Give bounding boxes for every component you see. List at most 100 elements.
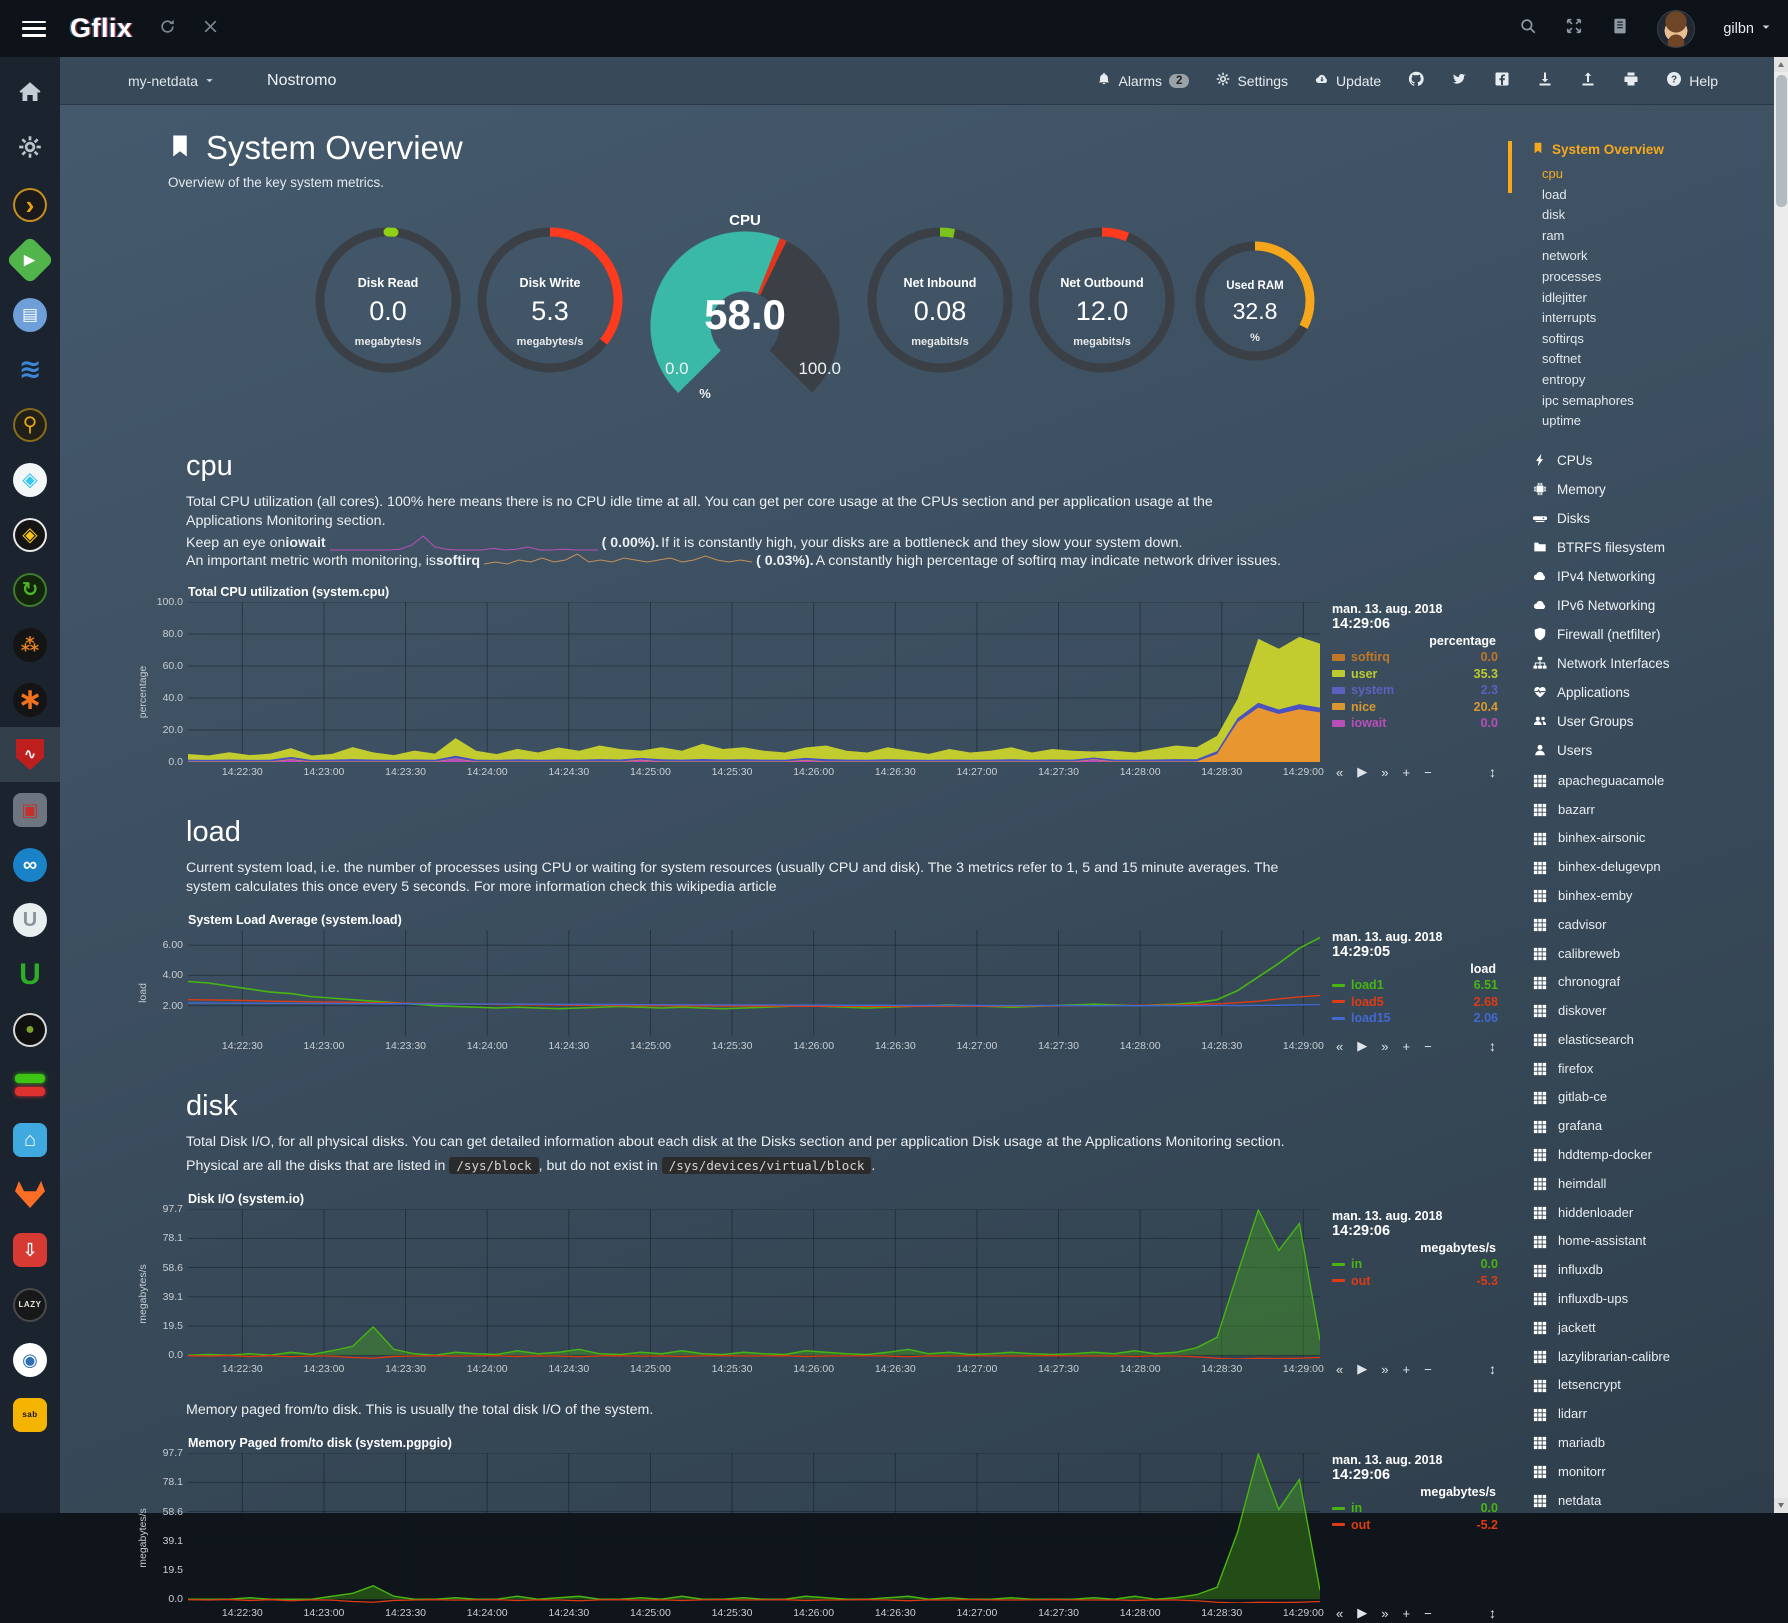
net-outbound-gauge[interactable]: Net Outbound 12.0 megabits/s	[1026, 224, 1178, 402]
legend-item-load1[interactable]: load16.51	[1332, 977, 1498, 994]
resize-handle-icon[interactable]: ↕	[1489, 1361, 1496, 1377]
search-icon[interactable]	[1519, 17, 1537, 40]
legend-item-in[interactable]: in0.0	[1332, 1256, 1498, 1273]
sidebar-section-applications[interactable]: Applications	[1532, 678, 1774, 707]
resize-handle-icon[interactable]: ↕	[1489, 1038, 1496, 1054]
menu-icon[interactable]	[22, 21, 46, 37]
sidebar-section-ipv6-networking[interactable]: IPv6 Networking	[1532, 591, 1774, 620]
sidebar-link-ipc-semaphores[interactable]: ipc semaphores	[1542, 391, 1774, 412]
sidebar-app-link-jackett[interactable]: jackett	[1532, 1314, 1774, 1343]
print-button[interactable]	[1623, 71, 1639, 90]
zoom-in-icon[interactable]: +	[1402, 1362, 1410, 1377]
load-chart[interactable]: System Load Average (system.load)load2.0…	[136, 913, 1498, 1056]
scrollbar-thumb[interactable]	[1776, 75, 1787, 207]
net-inbound-gauge[interactable]: Net Inbound 0.08 megabits/s	[864, 224, 1016, 402]
disk-read-gauge[interactable]: Disk Read 0.0 megabytes/s	[312, 224, 464, 402]
scrollbar[interactable]	[1774, 57, 1788, 1513]
facebook-button[interactable]	[1494, 71, 1510, 90]
sidebar-app-water-drop[interactable]: ◉	[0, 1332, 60, 1387]
sidebar-app-lazylibrarian[interactable]: LAZY	[0, 1277, 60, 1332]
scroll-down-arrow[interactable]	[1774, 1498, 1788, 1513]
sidebar-app-link-influxdb-ups[interactable]: influxdb-ups	[1532, 1285, 1774, 1314]
sidebar-link-disk[interactable]: disk	[1542, 205, 1774, 226]
sidebar-app-nextcloud[interactable]: ∞	[0, 837, 60, 892]
play-icon[interactable]: ▶	[1357, 1038, 1367, 1054]
sidebar-app-grafana[interactable]: ∗	[0, 672, 60, 727]
resize-handle-icon[interactable]: ↕	[1489, 764, 1496, 780]
legend-item-load5[interactable]: load52.68	[1332, 994, 1498, 1011]
sidebar-app-unifi[interactable]: U	[0, 892, 60, 947]
load-plot-area[interactable]	[188, 930, 1320, 1036]
changelog-icon[interactable]	[1611, 17, 1629, 40]
alarms-button[interactable]: Alarms 2	[1097, 72, 1189, 89]
legend-item-out[interactable]: out-5.3	[1332, 1273, 1498, 1290]
sidebar-title-system-overview[interactable]: System Overview	[1532, 141, 1774, 158]
sidebar-app-link-binhex-emby[interactable]: binhex-emby	[1532, 882, 1774, 911]
sidebar-app-link-binhex-delugevpn[interactable]: binhex-delugevpn	[1532, 853, 1774, 882]
play-icon[interactable]: ▶	[1357, 1605, 1367, 1621]
sidebar-link-load[interactable]: load	[1542, 185, 1774, 206]
export-button[interactable]	[1580, 71, 1596, 90]
sidebar-link-softirqs[interactable]: softirqs	[1542, 329, 1774, 350]
disk-write-gauge[interactable]: Disk Write 5.3 megabytes/s	[474, 224, 626, 402]
wikipedia-link[interactable]: wikipedia article	[676, 879, 776, 895]
softirq-sparkline[interactable]	[484, 552, 752, 569]
legend-item-system[interactable]: system2.3	[1332, 682, 1498, 699]
sidebar-section-cpus[interactable]: CPUs	[1532, 446, 1774, 475]
github-button[interactable]	[1408, 71, 1424, 90]
sidebar-link-uptime[interactable]: uptime	[1542, 411, 1774, 432]
forward-icon[interactable]: »	[1381, 1362, 1388, 1377]
sidebar-app-link-letsencrypt[interactable]: letsencrypt	[1532, 1371, 1774, 1400]
zoom-in-icon[interactable]: +	[1402, 765, 1410, 780]
sidebar-app-link-hddtemp-docker[interactable]: hddtemp-docker	[1532, 1141, 1774, 1170]
sidebar-app-jackett[interactable]: ⚲	[0, 397, 60, 452]
used-ram-gauge[interactable]: Used RAM 32.8 %	[1188, 238, 1322, 416]
sidebar-app-sabnzbd[interactable]: sab	[0, 1387, 60, 1442]
sidebar-section-user-groups[interactable]: User Groups	[1532, 707, 1774, 736]
close-tab-icon[interactable]	[202, 18, 219, 40]
play-icon[interactable]: ▶	[1357, 764, 1367, 780]
zoom-out-icon[interactable]: −	[1424, 1362, 1432, 1377]
sidebar-app-gitlab[interactable]	[0, 1167, 60, 1222]
sidebar-app-radarr[interactable]: ◈	[0, 507, 60, 562]
sidebar-app-diskover[interactable]: ⁂	[0, 617, 60, 672]
play-icon[interactable]: ▶	[1357, 1361, 1367, 1377]
sidebar-app-nzbget[interactable]: ↻	[0, 562, 60, 617]
sidebar-app-link-influxdb[interactable]: influxdb	[1532, 1256, 1774, 1285]
sidebar-app-link-monitorr[interactable]: monitorr	[1532, 1458, 1774, 1487]
forward-icon[interactable]: »	[1381, 765, 1388, 780]
zoom-in-icon[interactable]: +	[1402, 1039, 1410, 1054]
sidebar-section-users[interactable]: Users	[1532, 736, 1774, 765]
forward-icon[interactable]: »	[1381, 1039, 1388, 1054]
legend-item-softirq[interactable]: softirq0.0	[1332, 649, 1498, 666]
sidebar-section-disks[interactable]: Disks	[1532, 504, 1774, 533]
sidebar-link-processes[interactable]: processes	[1542, 267, 1774, 288]
update-button[interactable]: Update	[1315, 72, 1381, 89]
forward-icon[interactable]: »	[1381, 1606, 1388, 1621]
sidebar-app-link-home-assistant[interactable]: home-assistant	[1532, 1227, 1774, 1256]
sidebar-app-link-bazarr[interactable]: bazarr	[1532, 796, 1774, 825]
resize-handle-icon[interactable]: ↕	[1489, 1605, 1496, 1621]
sidebar-app-link-calibreweb[interactable]: calibreweb	[1532, 940, 1774, 969]
fullscreen-icon[interactable]	[1565, 17, 1583, 40]
zoom-out-icon[interactable]: −	[1424, 1039, 1432, 1054]
legend-item-iowait[interactable]: iowait0.0	[1332, 715, 1498, 732]
cpu-gauge[interactable]: CPU 58.0 0.0 100.0 %	[636, 212, 854, 408]
backward-icon[interactable]: «	[1336, 1362, 1343, 1377]
sidebar-app-ufo[interactable]: ●	[0, 1002, 60, 1057]
avatar[interactable]	[1657, 10, 1695, 48]
zoom-out-icon[interactable]: −	[1424, 1606, 1432, 1621]
sidebar-link-cpu[interactable]: cpu	[1542, 164, 1774, 185]
memory-paged-chart[interactable]: Memory Paged from/to disk (system.pgpgio…	[136, 1436, 1498, 1623]
sidebar-app-redis[interactable]: ▣	[0, 782, 60, 837]
sidebar-app-green-u[interactable]: U	[0, 947, 60, 1002]
sidebar-app-netdata[interactable]: ∿	[0, 727, 60, 782]
backward-icon[interactable]: «	[1336, 1039, 1343, 1054]
sidebar-app-emby[interactable]: ▶	[0, 232, 60, 287]
legend-item-user[interactable]: user35.3	[1332, 666, 1498, 683]
sidebar-app-monitorr[interactable]	[0, 1057, 60, 1112]
cpu-plot-area[interactable]	[188, 602, 1320, 762]
legend-item-out[interactable]: out-5.2	[1332, 1517, 1498, 1534]
refresh-icon[interactable]	[159, 18, 176, 40]
sidebar-app-link-grafana[interactable]: grafana	[1532, 1112, 1774, 1141]
